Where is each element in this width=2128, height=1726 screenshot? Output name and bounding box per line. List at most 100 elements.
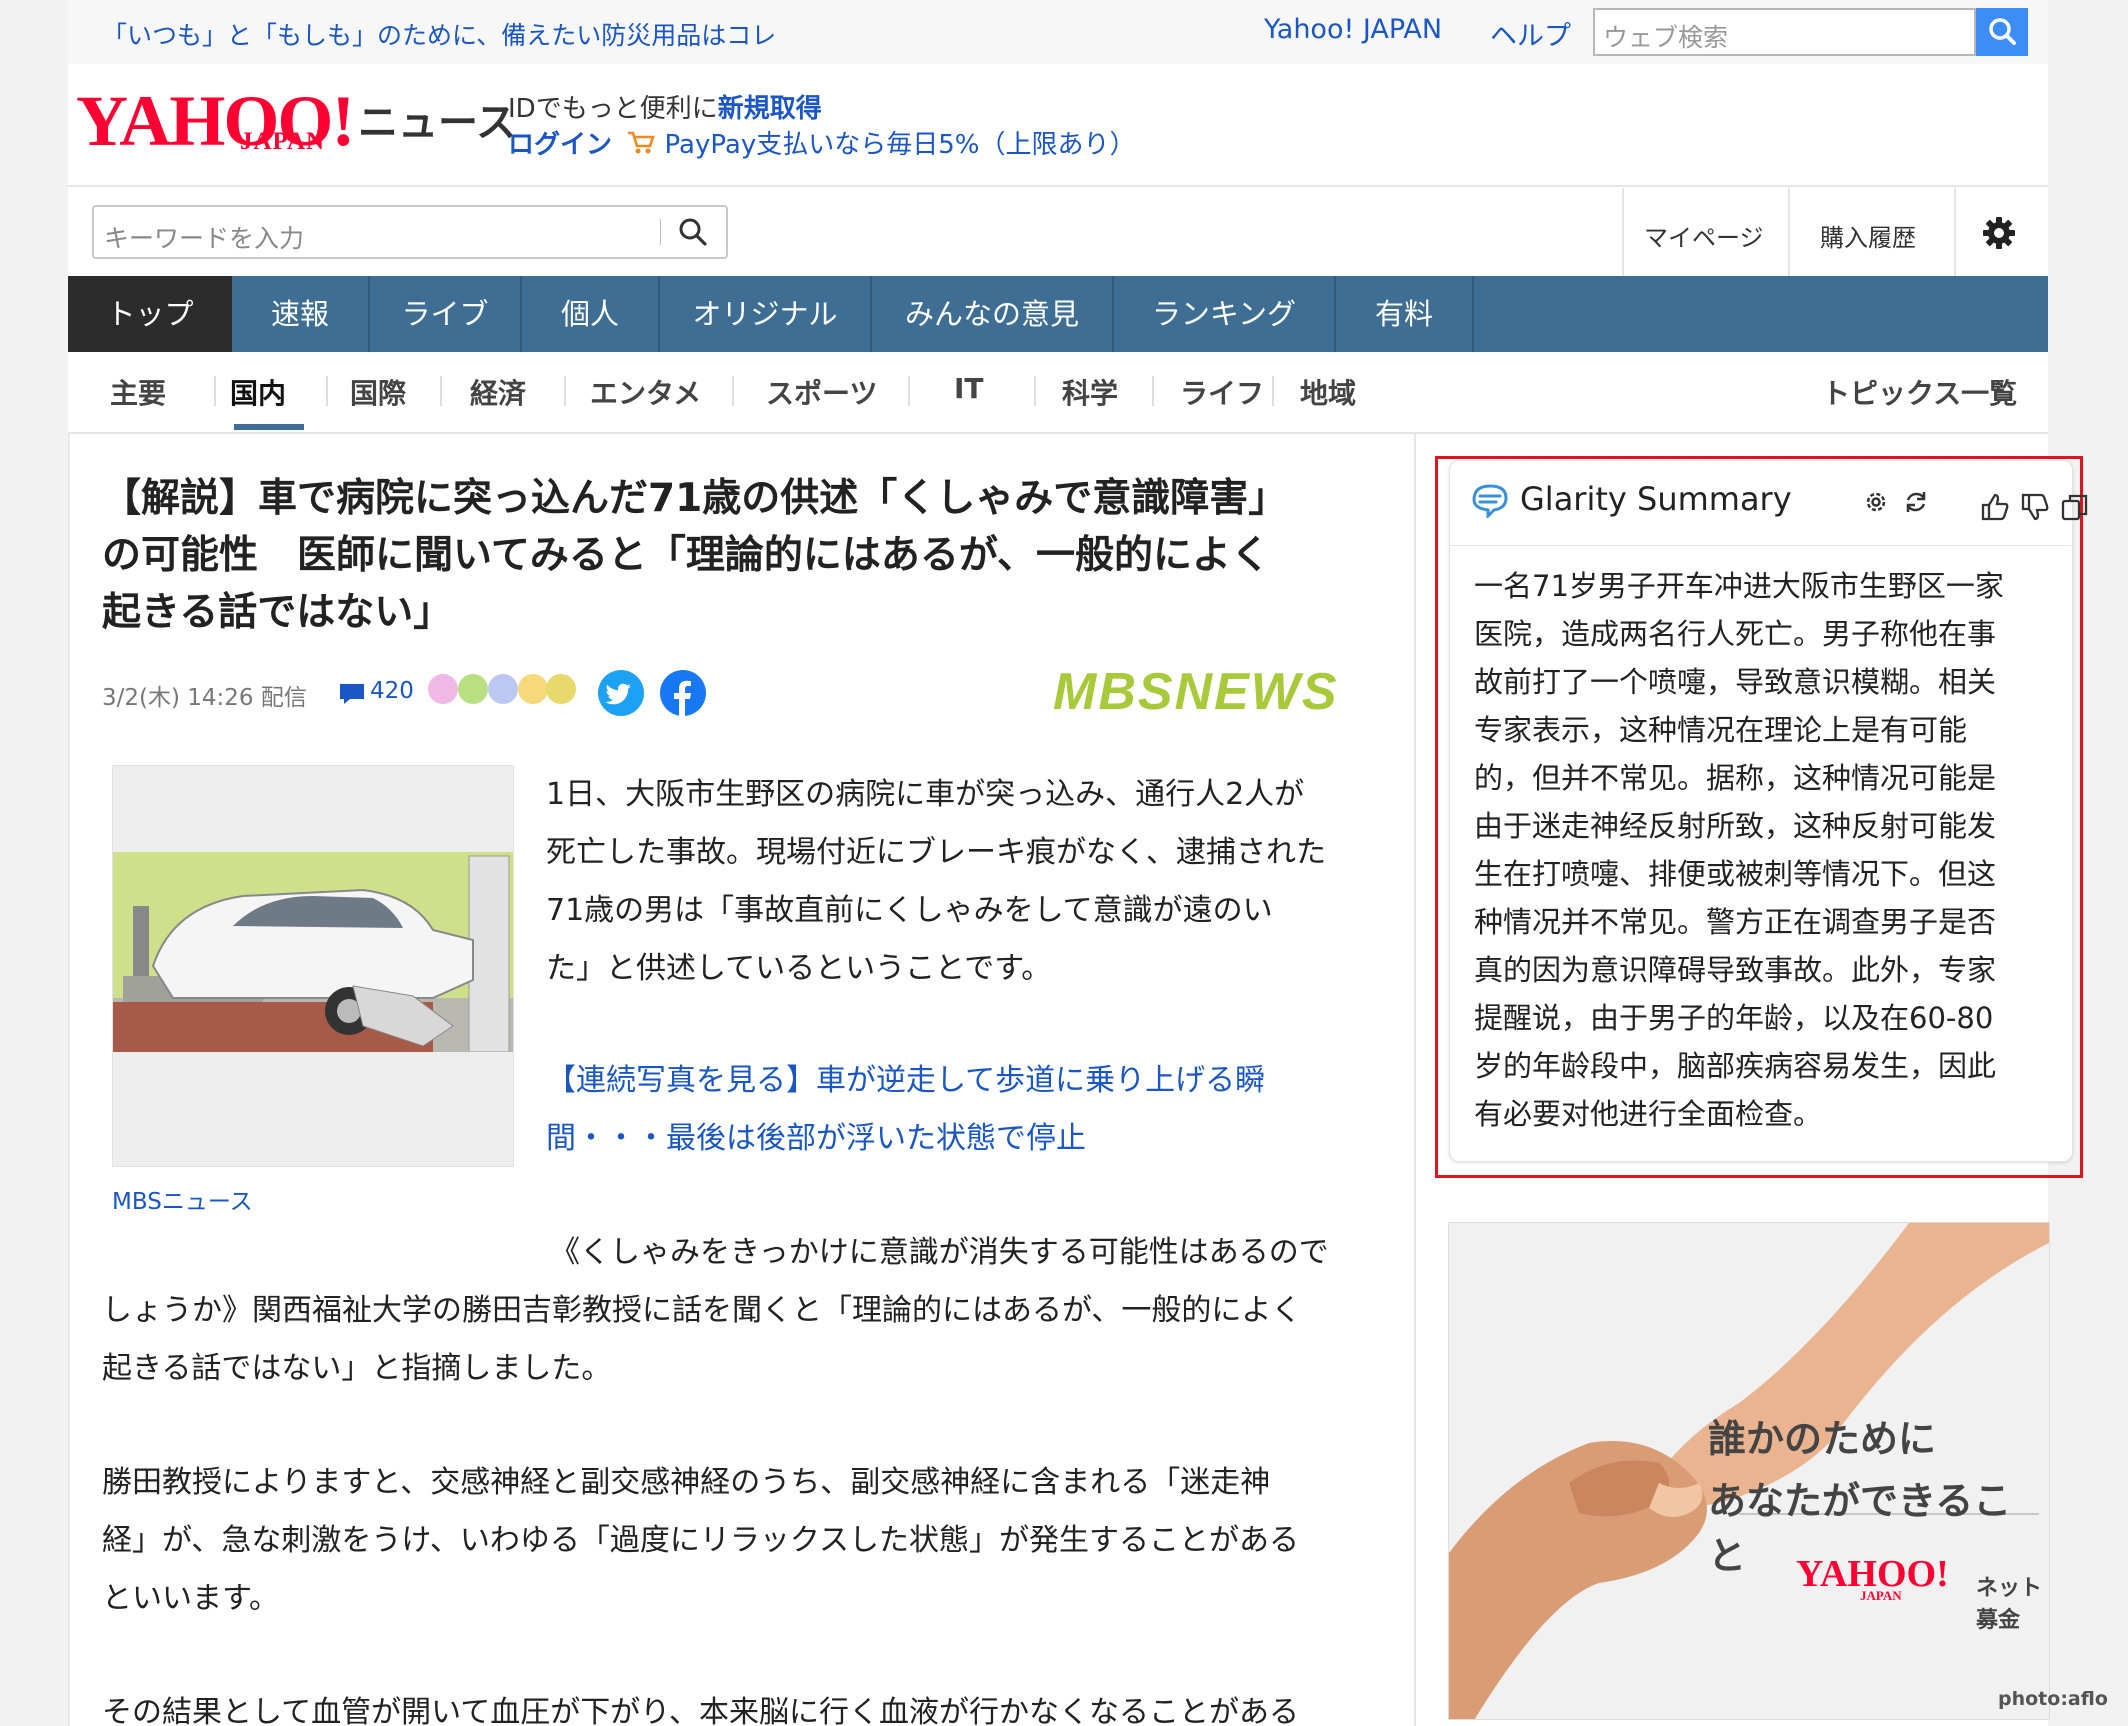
glarity-summary-text: 一名71岁男子开车冲进大阪市生野区一家 医院，造成两名行人死亡。男子称他在事 故…: [1474, 562, 2048, 1138]
crashed-car-photo: [113, 766, 513, 1166]
main-nav-item[interactable]: オリジナル: [660, 276, 870, 352]
utility-divider: [1622, 188, 1624, 276]
glarity-logo-icon: [1472, 484, 1508, 518]
main-nav-item[interactable]: 個人: [522, 276, 658, 352]
copy-icon[interactable]: [2060, 492, 2090, 522]
article-title: 【解説】車で病院に突っ込んだ71歳の供述「くしゃみで意識障害」 の可能性 医師に…: [102, 470, 1432, 641]
twitter-share-icon[interactable]: [598, 670, 644, 716]
reaction-face-icon[interactable]: [458, 674, 488, 704]
page: 「いつも」と「もしも」のために、備えたい防災用品はコレ Yahoo! JAPAN…: [68, 0, 2108, 1726]
sub-nav-item[interactable]: エンタメ: [590, 372, 701, 412]
summary-line: 医院，造成两名行人死亡。男子称他在事: [1474, 617, 1997, 651]
yahoo-logo-japan: JAPAN: [240, 128, 326, 155]
mbs-news-logo[interactable]: MBSNEWS: [1053, 662, 1339, 722]
sub-nav-divider: [564, 376, 566, 406]
article-photo[interactable]: [112, 765, 514, 1167]
summary-line: 有必要对他进行全面检查。: [1474, 1097, 1823, 1131]
utility-divider: [1788, 188, 1790, 276]
article-paragraph: 勝田教授によりますと、交感神経と副交感神経のうち、副交感神経に含まれる「迷走神 …: [102, 1454, 1462, 1628]
help-link[interactable]: ヘルプ: [1490, 14, 1571, 53]
summary-line: 种情况并不常见。警方正在调查男子是否: [1474, 905, 1997, 939]
paypay-promo-link[interactable]: PayPay支払いなら毎日5%（上限あり）: [665, 130, 1136, 160]
cart-icon: [628, 131, 656, 154]
thumbs-up-icon[interactable]: [1980, 492, 2010, 522]
summary-line: 真的因为意识障碍导致事故。此外，专家: [1474, 953, 1997, 987]
id-promo: IDでもっと便利に新規取得: [508, 88, 822, 125]
topics-list-link[interactable]: トピックス一覧: [1822, 372, 2017, 412]
mypage-link[interactable]: マイページ: [1644, 218, 1764, 253]
search-icon[interactable]: [676, 215, 710, 249]
reaction-face-icon[interactable]: [546, 674, 576, 704]
main-nav-item[interactable]: みんなの意見: [872, 276, 1112, 352]
reaction-face-icon[interactable]: [428, 674, 458, 704]
article-paragraph: 《くしゃみをきっかけに意識が消失する可能性はあるので しょうか》関西福祉大学の勝…: [102, 1224, 1462, 1398]
main-nav-item[interactable]: ランキング: [1114, 276, 1334, 352]
article-text-line: しょうか》関西福祉大学の勝田吉彰教授に話を聞くと「理論的にはあるが、一般的によく: [102, 1293, 1302, 1328]
sub-nav-item[interactable]: IT: [954, 372, 984, 405]
sub-nav-divider: [732, 376, 734, 406]
facebook-share-icon[interactable]: [660, 670, 706, 716]
keyword-search-placeholder: キーワードを入力: [104, 224, 305, 253]
sub-nav-divider: [214, 376, 216, 406]
comment-count[interactable]: 420: [370, 678, 414, 704]
article-title-line: 【解説】車で病院に突っ込んだ71歳の供述「くしゃみで意識障害」: [102, 476, 1288, 521]
ad-service-name: ネット募金: [1976, 1576, 2043, 1633]
yahoo-japan-link[interactable]: Yahoo! JAPAN: [1264, 14, 1442, 45]
login-link[interactable]: ログイン: [508, 130, 612, 160]
reaction-face-icon[interactable]: [518, 674, 548, 704]
web-search-input[interactable]: ウェブ検索: [1593, 8, 1976, 56]
sub-nav-divider: [440, 376, 442, 406]
purchase-history-link[interactable]: 購入履歴: [1820, 218, 1916, 253]
article-title-line: 起きる話ではない」: [102, 590, 453, 635]
sub-nav-item[interactable]: 主要: [110, 372, 166, 412]
article-text-line: 経」が、急な刺激をうけ、いわゆる「過度にリラックスした状態」が発生することがある: [102, 1523, 1299, 1558]
main-nav-item[interactable]: 速報: [232, 276, 368, 352]
article-text-line: 死亡した事故。現場付近にブレーキ痕がなく、逮捕された: [546, 835, 1326, 870]
main-nav-item[interactable]: トップ: [68, 276, 232, 352]
photo-series-link[interactable]: 【連続写真を見る】車が逆走して歩道に乗り上げる瞬 間・・・最後は後部が浮いた状態…: [546, 1052, 1346, 1168]
article-text-line: 1日、大阪市生野区の病院に車が突っ込み、通行人2人が: [546, 777, 1305, 812]
promo-link[interactable]: 「いつも」と「もしも」のために、備えたい防災用品はコレ: [102, 16, 776, 52]
article-text-line: 《くしゃみをきっかけに意識が消失する可能性はあるので: [550, 1235, 1329, 1270]
news-section-title[interactable]: ニュース: [358, 90, 516, 148]
main-nav: トップ 速報 ライブ 個人 オリジナル みんなの意見 ランキング 有料: [68, 276, 2048, 352]
reaction-face-icon[interactable]: [488, 674, 518, 704]
sub-nav-divider: [1034, 376, 1036, 406]
thumbs-down-icon[interactable]: [2020, 492, 2050, 522]
sub-nav-divider: [908, 376, 910, 406]
article-text-line: といいます。: [102, 1581, 279, 1616]
sub-nav-divider: [326, 376, 328, 406]
sub-nav-item[interactable]: ライフ: [1180, 372, 1264, 412]
comment-icon[interactable]: [338, 682, 366, 706]
signup-link[interactable]: 新規取得: [718, 94, 822, 124]
main-nav-item[interactable]: ライブ: [370, 276, 520, 352]
summary-line: 一名71岁男子开车冲进大阪市生野区一家: [1474, 569, 2004, 603]
keyword-search-input[interactable]: キーワードを入力: [92, 205, 728, 259]
sub-nav-item[interactable]: 科学: [1062, 372, 1118, 412]
glarity-header-divider: [1449, 545, 2071, 546]
summary-line: 岁的年龄段中，脑部疾病容易发生，因此: [1474, 1049, 1997, 1083]
settings-icon[interactable]: [1862, 488, 1890, 516]
sub-nav-item-active[interactable]: 国内: [230, 372, 286, 412]
sub-nav-item[interactable]: 地域: [1300, 372, 1356, 412]
sub-nav-item[interactable]: 経済: [470, 372, 526, 412]
gear-icon[interactable]: [1982, 216, 2016, 250]
sub-nav-item[interactable]: スポーツ: [766, 372, 877, 412]
web-search-button[interactable]: [1976, 8, 2028, 56]
refresh-icon[interactable]: [1902, 488, 1930, 516]
main-nav-item[interactable]: 有料: [1336, 276, 1472, 352]
article-text-line: 起きる話ではない」と指摘しました。: [102, 1351, 612, 1386]
nav-divider: [1472, 276, 1474, 352]
article-text-line: 71歳の男は「事故直前にくしゃみをして意識が遠のい: [546, 893, 1273, 928]
summary-line: 专家表示，这种情况在理论上是有可能: [1474, 713, 1968, 747]
ad-headline-line1: 誰かのために: [1708, 1419, 1937, 1461]
photo-caption[interactable]: MBSニュース: [112, 1182, 253, 1216]
facebook-f-icon: [674, 680, 691, 716]
ad-yahoo-logo-japan: JAPAN: [1860, 1588, 1902, 1603]
article-lead: 1日、大阪市生野区の病院に車が突っ込み、通行人2人が 死亡した事故。現場付近にブ…: [546, 766, 1456, 998]
search-divider: [660, 219, 661, 245]
utility-divider: [1954, 188, 1956, 276]
sub-nav-item[interactable]: 国際: [350, 372, 406, 412]
sub-nav-divider: [1152, 376, 1154, 406]
article-text-line: 勝田教授によりますと、交感神経と副交感神経のうち、副交感神経に含まれる「迷走神: [102, 1465, 1271, 1500]
